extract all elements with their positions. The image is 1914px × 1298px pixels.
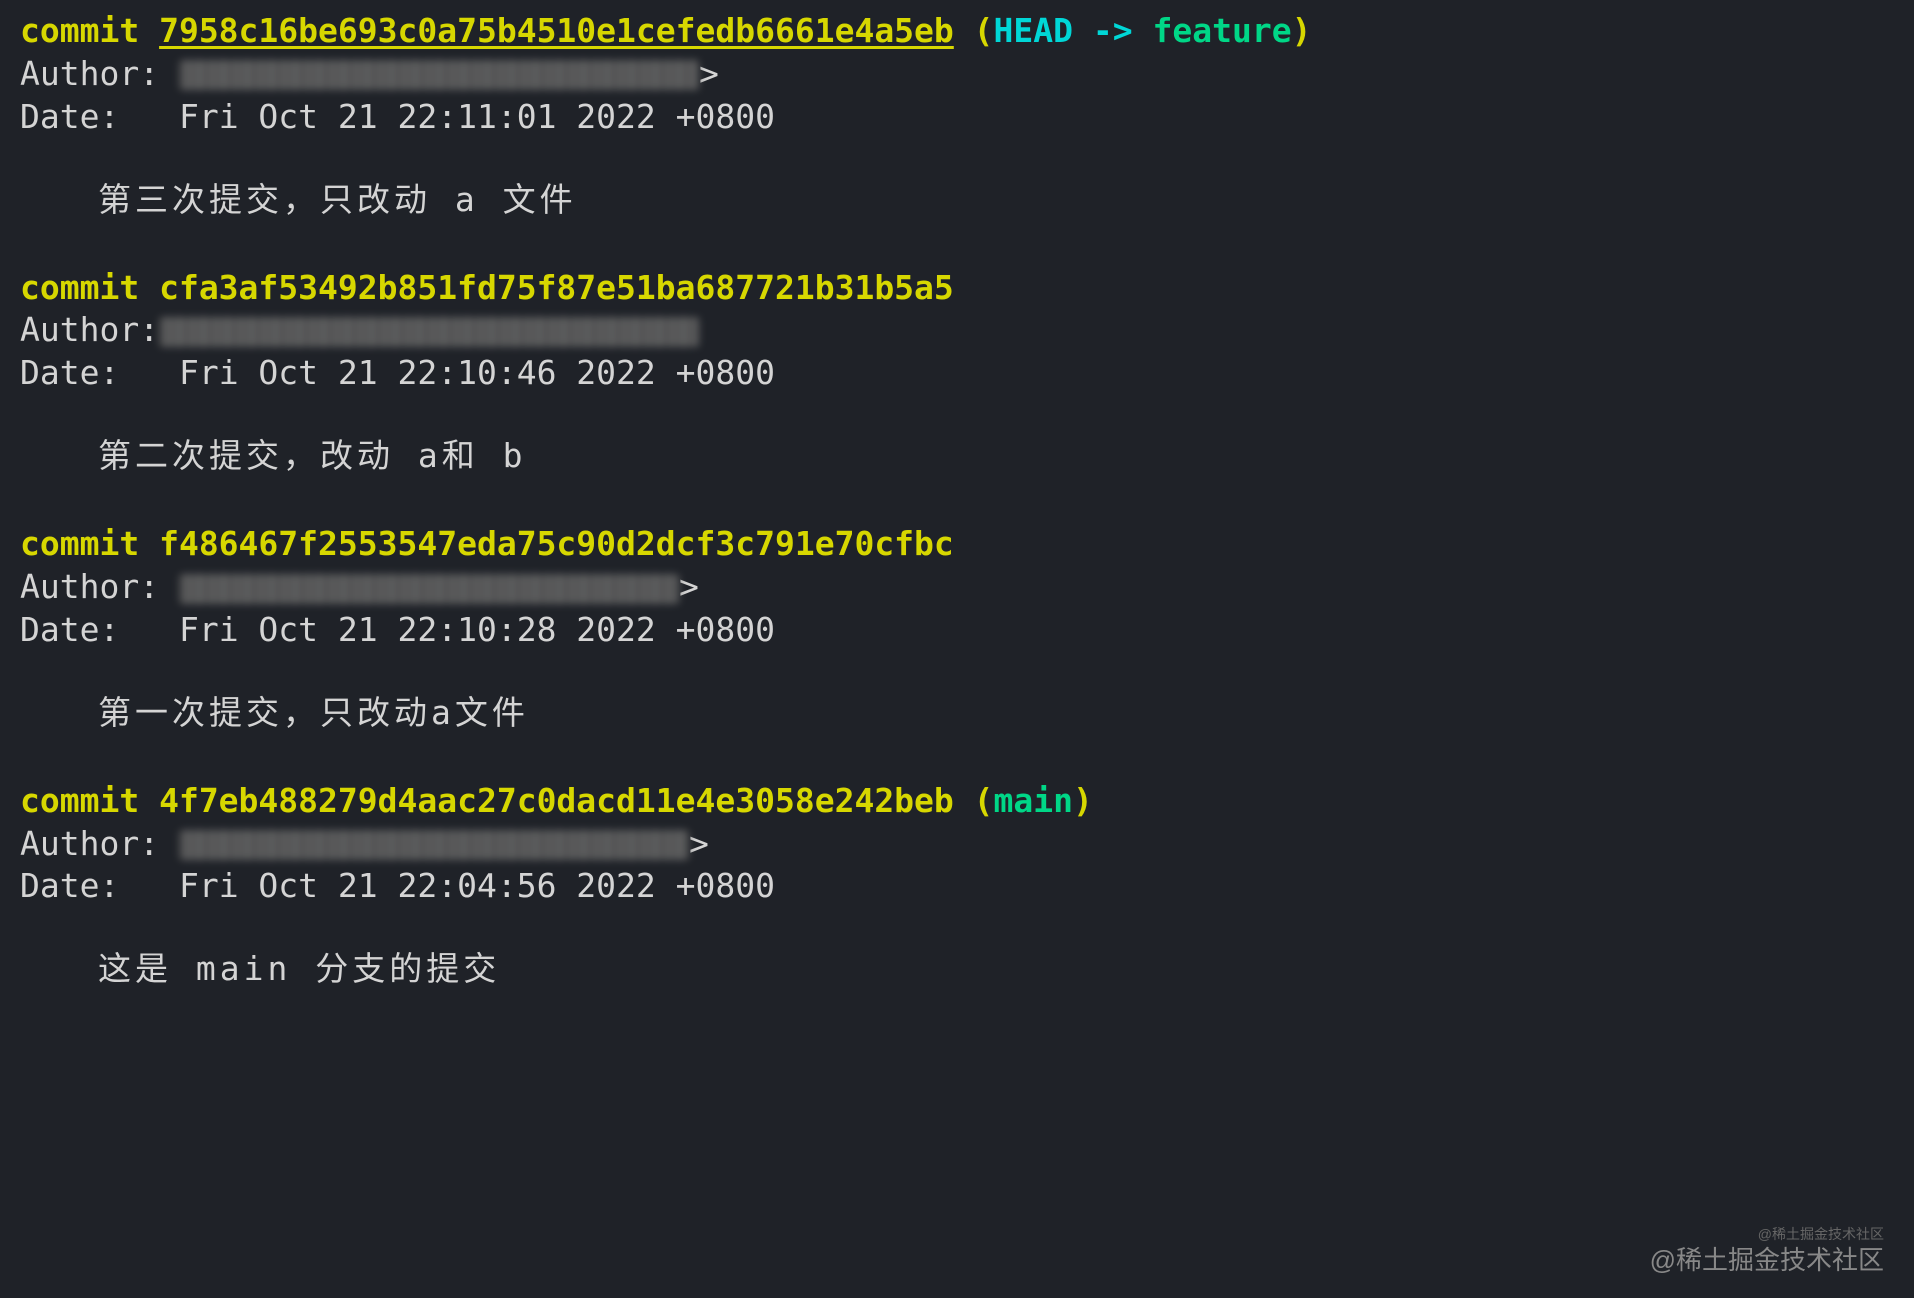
date-label: Date: [20, 353, 179, 392]
author-line: Author: > [20, 53, 1894, 96]
author-line: Author: [20, 309, 1894, 352]
commit-label: commit [20, 268, 159, 307]
commit-header: commit 7958c16be693c0a75b4510e1cefedb666… [20, 10, 1894, 53]
commit-entry: commit f486467f2553547eda75c90d2dcf3c791… [20, 523, 1894, 735]
refs-close: ) [1292, 11, 1312, 50]
commit-entry: commit 4f7eb488279d4aac27c0dacd11e4e3058… [20, 780, 1894, 992]
commit-label: commit [20, 11, 159, 50]
author-suffix: > [679, 567, 699, 606]
date-label: Date: [20, 610, 179, 649]
date-label: Date: [20, 866, 179, 905]
commit-header: commit f486467f2553547eda75c90d2dcf3c791… [20, 523, 1894, 566]
author-label: Author: [20, 824, 179, 863]
commit-hash[interactable]: f486467f2553547eda75c90d2dcf3c791e70cfbc [159, 524, 954, 563]
commit-message: 第一次提交，只改动a文件 [20, 692, 1894, 735]
refs-open: ( [954, 11, 994, 50]
author-label: Author: [20, 54, 179, 93]
date-value: Fri Oct 21 22:10:28 2022 +0800 [179, 610, 775, 649]
commit-message: 第三次提交，只改动 a 文件 [20, 179, 1894, 222]
author-label: Author: [20, 567, 179, 606]
redacted-author [179, 60, 699, 90]
commit-message: 第二次提交，改动 a和 b [20, 435, 1894, 478]
watermark: @稀土掘金技术社区 [1650, 1244, 1884, 1278]
author-label: Author: [20, 310, 159, 349]
commit-entry: commit 7958c16be693c0a75b4510e1cefedb666… [20, 10, 1894, 222]
author-suffix: > [689, 824, 709, 863]
redacted-author [179, 574, 679, 604]
author-line: Author: > [20, 566, 1894, 609]
commit-entry: commit cfa3af53492b851fd75f87e51ba687721… [20, 267, 1894, 479]
commit-header: commit 4f7eb488279d4aac27c0dacd11e4e3058… [20, 780, 1894, 823]
watermark-small: @稀土掘金技术社区 [1758, 1225, 1884, 1243]
head-ref: HEAD -> [994, 11, 1153, 50]
commit-message: 这是 main 分支的提交 [20, 948, 1894, 991]
commit-label: commit [20, 524, 159, 563]
refs-open: ( [954, 781, 994, 820]
commit-header: commit cfa3af53492b851fd75f87e51ba687721… [20, 267, 1894, 310]
author-suffix: > [699, 54, 719, 93]
commit-label: commit [20, 781, 159, 820]
date-line: Date: Fri Oct 21 22:11:01 2022 +0800 [20, 96, 1894, 139]
date-line: Date: Fri Oct 21 22:10:28 2022 +0800 [20, 609, 1894, 652]
author-line: Author: > [20, 823, 1894, 866]
date-value: Fri Oct 21 22:10:46 2022 +0800 [179, 353, 775, 392]
refs-close: ) [1073, 781, 1093, 820]
branch-ref: main [994, 781, 1073, 820]
date-line: Date: Fri Oct 21 22:10:46 2022 +0800 [20, 352, 1894, 395]
redacted-author [159, 317, 699, 347]
date-value: Fri Oct 21 22:11:01 2022 +0800 [179, 97, 775, 136]
commit-hash[interactable]: 7958c16be693c0a75b4510e1cefedb6661e4a5eb [159, 11, 954, 50]
commit-hash[interactable]: 4f7eb488279d4aac27c0dacd11e4e3058e242beb [159, 781, 954, 820]
redacted-author [179, 830, 689, 860]
branch-ref: feature [1153, 11, 1292, 50]
commit-hash[interactable]: cfa3af53492b851fd75f87e51ba687721b31b5a5 [159, 268, 954, 307]
date-line: Date: Fri Oct 21 22:04:56 2022 +0800 [20, 865, 1894, 908]
date-label: Date: [20, 97, 179, 136]
git-log-output: commit 7958c16be693c0a75b4510e1cefedb666… [20, 10, 1894, 991]
date-value: Fri Oct 21 22:04:56 2022 +0800 [179, 866, 775, 905]
